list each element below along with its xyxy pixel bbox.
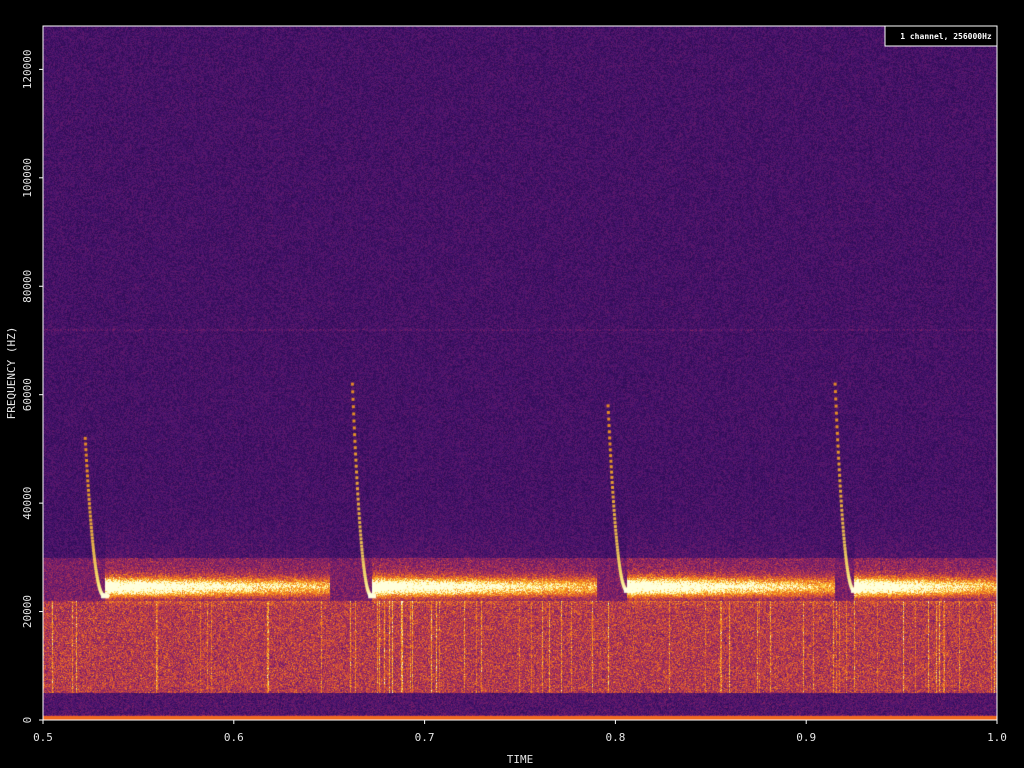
x-tick-label: 1.0 (987, 731, 1007, 744)
x-axis-title: TIME (507, 753, 534, 766)
y-tick-label: 0 (21, 717, 34, 724)
spectrogram-plot-area (43, 26, 997, 720)
x-tick-label: 0.5 (33, 731, 53, 744)
y-tick-label: 100000 (21, 158, 34, 198)
info-legend: 1 channel, 256000Hz (884, 25, 998, 47)
y-tick-label: 80000 (21, 270, 34, 303)
x-tick-label: 0.8 (605, 731, 625, 744)
x-tick-label: 0.7 (415, 731, 435, 744)
info-label: 1 channel, 256000Hz (900, 32, 992, 41)
y-axis-title: FREQUENCY (HZ) (5, 327, 18, 420)
spectrogram-chart: 0.5 0.6 0.7 0.8 0.9 1.0 0 20000 40000 60000 80000… (0, 0, 1024, 768)
y-tick-label: 20000 (21, 595, 34, 628)
x-tick-label: 0.6 (224, 731, 244, 744)
y-tick-label: 60000 (21, 378, 34, 411)
x-tick-label: 0.9 (796, 731, 816, 744)
y-tick-label: 120000 (21, 50, 34, 90)
y-tick-label: 40000 (21, 487, 34, 520)
